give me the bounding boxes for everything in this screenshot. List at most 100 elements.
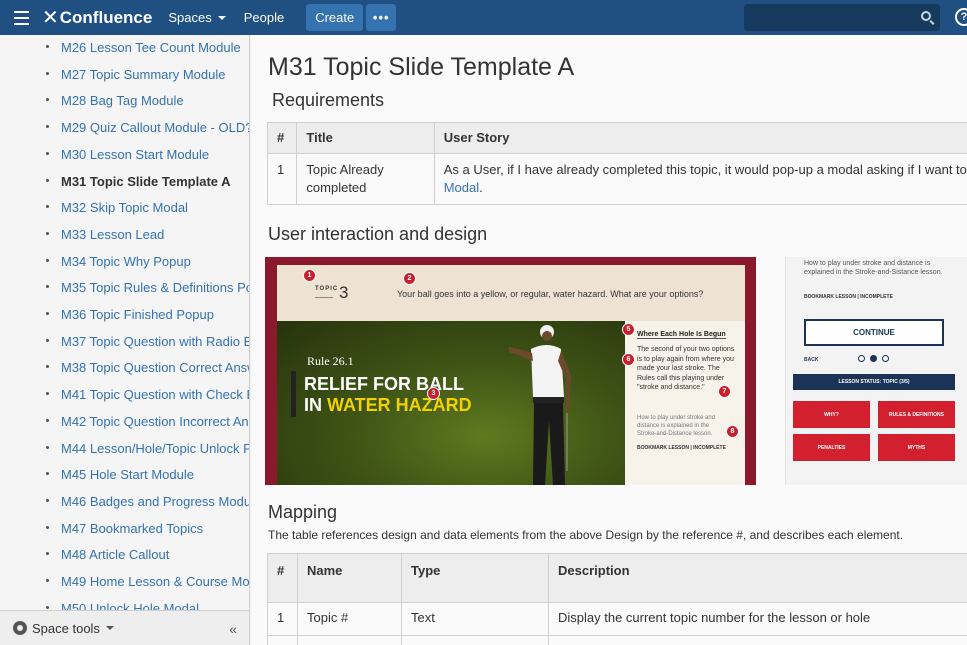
sidebar-item-label: M48 Article Callout — [61, 547, 170, 563]
sidebar-item-label: M34 Topic Why Popup — [61, 253, 191, 269]
bullet-icon — [46, 472, 49, 476]
mobile-bookmark: BOOKMARK LESSON | INCOMPLETE — [804, 294, 893, 300]
sidebar-item[interactable]: M28 Bag Tag Module — [0, 93, 249, 113]
sidebar-item[interactable]: M44 Lesson/Hole/Topic Unlock Po — [0, 441, 249, 461]
bullet-icon — [46, 525, 49, 529]
mapping-table: # Name Type Description 1 Topic # Text D… — [267, 553, 967, 645]
table-cell — [297, 635, 402, 645]
sidebar: M26 Lesson Tee Count Module M27 Topic Sum… — [0, 35, 250, 645]
design-mockup-mobile[interactable]: How to play under stroke and distance is… — [785, 257, 967, 485]
lesson-status-bar: LESSON STATUS: TOPIC (3/5) — [793, 374, 955, 390]
sidebar-item[interactable]: M35 Topic Rules & Definitions Pop — [0, 280, 250, 300]
bullet-icon — [46, 258, 49, 262]
page-dot-active — [870, 355, 877, 362]
bullet-icon — [46, 205, 49, 209]
confluence-logo[interactable]: ✕ Confluence — [42, 5, 152, 30]
bullet-icon — [46, 552, 49, 556]
sidebar-item-label: M42 Topic Question Incorrect Ans — [61, 413, 250, 429]
reference-marker-3: 3 — [427, 387, 440, 400]
sidebar-item[interactable]: M49 Home Lesson & Course Mod — [0, 574, 249, 594]
sidebar-item[interactable]: M26 Lesson Tee Count Module — [0, 40, 249, 60]
sidebar-item[interactable]: M34 Topic Why Popup — [0, 253, 249, 274]
topic-number: 3 — [339, 283, 349, 302]
table-row — [267, 635, 967, 645]
search-input[interactable] — [744, 4, 940, 31]
bullet-icon — [46, 338, 49, 342]
requirements-heading: Requirements — [272, 90, 385, 110]
space-tools-button[interactable]: Space tools — [32, 621, 114, 636]
column-header: Type — [401, 553, 549, 603]
table-row: 1 Topic # Text Display the current topic… — [267, 602, 967, 636]
sidebar-item[interactable]: M46 Badges and Progress Module — [0, 494, 249, 514]
table-cell: Display the current topic number for the… — [548, 602, 967, 636]
sidebar-item[interactable]: M47 Bookmarked Topics — [0, 521, 249, 541]
bullet-icon — [46, 445, 49, 449]
sidebar-item-label: M30 Lesson Start Module — [61, 146, 210, 162]
sidebar-item[interactable]: M41 Topic Question with Check Bo — [0, 387, 249, 407]
question-text: Your ball goes into a yellow, or regular… — [397, 289, 704, 299]
sidebar-item[interactable]: M38 Topic Question Correct Answ — [0, 360, 249, 380]
page-title: M31 Topic Slide Template A — [268, 53, 575, 81]
table-cell — [401, 635, 549, 645]
table-cell: Topic # — [297, 602, 402, 636]
sidebar-item[interactable]: M29 Quiz Callout Module - OLD? — [0, 120, 249, 140]
headline-line2b: WATER HAZARD — [327, 395, 472, 415]
sidebar-item[interactable]: M31 Topic Slide Template A — [0, 173, 249, 194]
sidebar-item-label: M36 Topic Finished Popup — [61, 307, 214, 322]
spaces-menu[interactable]: Spaces — [168, 10, 226, 25]
gear-icon[interactable] — [13, 621, 27, 635]
reference-marker-5: 5 — [622, 323, 635, 336]
modal-link[interactable]: Modal — [444, 180, 479, 195]
top-nav-bar: ✕ Confluence Spaces People Create ••• ? — [0, 0, 967, 35]
slide-header: TOPIC 3 Your ball goes into a yellow, or… — [277, 265, 745, 321]
create-button[interactable]: Create — [306, 4, 364, 31]
people-link[interactable]: People — [244, 10, 284, 25]
reference-marker-2: 2 — [403, 272, 416, 285]
headline-line1: RELIEF FOR BALL — [304, 374, 464, 394]
table-cell: Text — [401, 602, 549, 636]
sidebar-item[interactable]: M42 Topic Question Incorrect Ans — [0, 413, 250, 434]
requirements-table: # Title User Story 1 Topic Already compl… — [266, 122, 967, 205]
user-story-text: As a User, if I have already completed t… — [443, 162, 967, 177]
sidebar-item-label: M35 Topic Rules & Definitions Pop — [61, 280, 250, 296]
sidebar-item[interactable]: M48 Article Callout — [0, 547, 249, 567]
sidebar-item-label: M33 Lesson Lead — [61, 226, 165, 242]
reference-marker-1: 1 — [303, 269, 316, 282]
bullet-icon — [46, 312, 49, 315]
mobile-help-text: How to play under stroke and distance is… — [804, 260, 943, 276]
punctuation: . — [479, 180, 483, 195]
space-tools-label: Space tools — [32, 620, 100, 636]
sidebar-item[interactable]: M27 Topic Summary Module — [0, 67, 249, 87]
help-icon[interactable]: ? — [955, 8, 967, 26]
pagination-dots — [858, 355, 894, 362]
column-header: Name — [297, 553, 402, 603]
sidebar-item[interactable]: M32 Skip Topic Modal — [0, 200, 249, 220]
rules-definitions-button: RULES & DEFINITIONS — [878, 401, 955, 428]
table-cell — [548, 635, 967, 645]
bullet-icon — [46, 178, 49, 182]
search-icon[interactable] — [921, 11, 931, 21]
sidebar-item[interactable]: M37 Topic Question with Radio Bu — [0, 334, 249, 354]
sidebar-item-label: M45 Hole Start Module — [61, 467, 194, 483]
panel-subtext: How to play under stroke and distance is… — [637, 415, 716, 437]
sidebar-item[interactable]: M33 Lesson Lead — [0, 226, 249, 247]
menu-icon[interactable] — [0, 0, 42, 35]
rule-label: Rule 26.1 — [307, 354, 354, 368]
sidebar-item[interactable]: M30 Lesson Start Module — [0, 146, 249, 167]
reference-marker-6: 6 — [622, 353, 635, 366]
sidebar-footer: Space tools « — [0, 610, 249, 645]
design-mockup-slide[interactable]: TOPIC 3 Your ball goes into a yellow, or… — [265, 257, 756, 485]
sidebar-item[interactable]: M36 Topic Finished Popup — [0, 307, 249, 327]
more-button[interactable]: ••• — [366, 4, 397, 31]
sidebar-item[interactable]: M45 Hole Start Module — [0, 467, 249, 487]
spaces-label: Spaces — [168, 10, 212, 25]
design-heading: User interaction and design — [268, 224, 488, 244]
confluence-x-icon: ✕ — [42, 7, 59, 29]
table-header-row: # Title User Story — [266, 122, 967, 154]
collapse-sidebar-icon[interactable]: « — [229, 621, 237, 637]
bookmark-lesson-link: BOOKMARK LESSON | INCOMPLETE — [637, 445, 726, 451]
reference-marker-7: 7 — [718, 385, 731, 398]
penalties-button: PENALTIES — [793, 434, 870, 461]
reference-marker-8: 8 — [726, 425, 739, 438]
sidebar-item-label: M31 Topic Slide Template A — [61, 173, 231, 189]
